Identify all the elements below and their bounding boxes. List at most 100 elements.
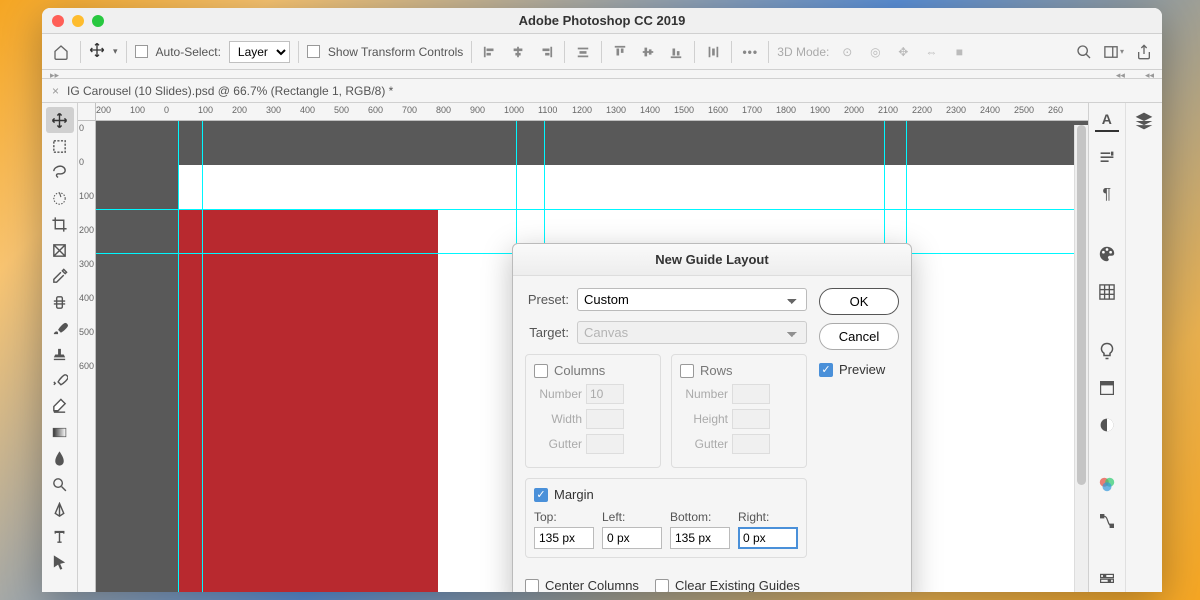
center-columns-label: Center Columns	[545, 578, 639, 592]
ruler-tick: 2500	[1014, 105, 1034, 115]
auto-select-checkbox[interactable]	[135, 45, 148, 58]
crop-tool[interactable]	[46, 211, 74, 237]
vertical-ruler[interactable]: 00100200300400500600	[78, 121, 96, 592]
distribute-v-icon[interactable]	[703, 42, 723, 62]
3d-slide-icon[interactable]: ⇔	[921, 42, 941, 62]
scrollbar-thumb[interactable]	[1077, 125, 1086, 485]
chevron-down-icon[interactable]: ▾	[113, 46, 118, 57]
document-tab-bar: × IG Carousel (10 Slides).psd @ 66.7% (R…	[42, 79, 1162, 103]
preset-select[interactable]: Custom	[577, 288, 807, 311]
margin-top-input[interactable]	[534, 527, 594, 549]
col-number-input	[586, 384, 624, 404]
eyedropper-tool[interactable]	[46, 263, 74, 289]
more-options-icon[interactable]: •••	[740, 42, 760, 62]
margin-checkbox[interactable]: ✓	[534, 488, 548, 502]
search-icon[interactable]	[1074, 42, 1094, 62]
paths-panel-icon[interactable]	[1095, 510, 1119, 533]
margin-left-input[interactable]	[602, 527, 662, 549]
history-brush-tool[interactable]	[46, 367, 74, 393]
rows-label: Rows	[700, 363, 733, 378]
stamp-tool[interactable]	[46, 341, 74, 367]
color-panel-icon[interactable]	[1095, 243, 1119, 266]
document-tab-label[interactable]: IG Carousel (10 Slides).psd @ 66.7% (Rec…	[67, 84, 393, 98]
clear-guides-checkbox[interactable]	[655, 579, 669, 593]
preview-label: Preview	[839, 362, 885, 377]
quick-select-tool[interactable]	[46, 185, 74, 211]
guide-vertical[interactable]	[202, 121, 203, 592]
marquee-tool[interactable]	[46, 133, 74, 159]
align-left-icon[interactable]	[480, 42, 500, 62]
ruler-tick: 2200	[912, 105, 932, 115]
columns-group: Columns Number Width Gutter	[525, 354, 661, 468]
collapse-right-icon[interactable]: ◂◂	[1116, 70, 1125, 78]
align-top-icon[interactable]	[610, 42, 630, 62]
align-center-v-icon[interactable]	[638, 42, 658, 62]
columns-checkbox[interactable]	[534, 364, 548, 378]
align-bottom-icon[interactable]	[666, 42, 686, 62]
guide-horizontal[interactable]	[96, 209, 1088, 210]
ruler-tick: 1900	[810, 105, 830, 115]
home-button[interactable]	[50, 41, 72, 63]
learn-panel-icon[interactable]	[1095, 339, 1119, 362]
swatches-panel-icon[interactable]	[1095, 280, 1119, 303]
character-panel-icon[interactable]: A	[1095, 109, 1119, 132]
layers-panel-icon[interactable]	[1132, 109, 1156, 133]
rows-group: Rows Number Height Gutter	[671, 354, 807, 468]
align-right-icon[interactable]	[536, 42, 556, 62]
share-icon[interactable]	[1134, 42, 1154, 62]
collapse-right-icon-2[interactable]: ◂◂	[1145, 70, 1154, 78]
properties-panel-icon[interactable]	[1095, 569, 1119, 592]
ruler-tick: 100	[130, 105, 145, 115]
type-tool[interactable]	[46, 523, 74, 549]
options-bar: ▾ Auto-Select: Layer Show Transform Cont…	[42, 34, 1162, 70]
margin-right-label: Right:	[738, 510, 798, 524]
margin-right-input[interactable]	[738, 527, 798, 549]
brush-tool[interactable]	[46, 315, 74, 341]
adjustments-panel-icon[interactable]	[1095, 413, 1119, 436]
col-width-input	[586, 409, 624, 429]
glyphs-icon[interactable]: ¶	[1095, 184, 1119, 207]
lasso-tool[interactable]	[46, 159, 74, 185]
horizontal-ruler[interactable]: 2001000100200300400500600700800900100011…	[96, 103, 1088, 121]
col-gutter-input	[586, 434, 624, 454]
workspace-switcher-icon[interactable]: ▾	[1104, 42, 1124, 62]
cancel-button[interactable]: Cancel	[819, 323, 899, 350]
align-center-h-icon[interactable]	[508, 42, 528, 62]
dialog-title: New Guide Layout	[513, 244, 911, 276]
path-select-tool[interactable]	[46, 549, 74, 575]
expand-left-icon[interactable]: ▸▸	[50, 70, 59, 78]
auto-select-target[interactable]: Layer	[229, 41, 290, 63]
rows-checkbox[interactable]	[680, 364, 694, 378]
distribute-h-icon[interactable]	[573, 42, 593, 62]
dodge-tool[interactable]	[46, 471, 74, 497]
ruler-tick: 100	[198, 105, 213, 115]
ruler-tick: 1100	[538, 105, 557, 115]
ruler-tick: 0	[164, 105, 169, 115]
guide-vertical[interactable]	[178, 121, 179, 592]
rectangle-shape[interactable]	[178, 209, 438, 592]
vertical-scrollbar[interactable]	[1074, 125, 1088, 592]
3d-orbit-icon[interactable]: ⊙	[837, 42, 857, 62]
3d-pan-icon[interactable]: ✥	[893, 42, 913, 62]
ruler-tick: 1700	[742, 105, 762, 115]
frame-tool[interactable]	[46, 237, 74, 263]
gradient-tool[interactable]	[46, 419, 74, 445]
blur-tool[interactable]	[46, 445, 74, 471]
close-tab-button[interactable]: ×	[52, 84, 59, 98]
ruler-tick: 300	[266, 105, 281, 115]
paragraph-styles-icon[interactable]	[1095, 146, 1119, 169]
libraries-panel-icon[interactable]	[1095, 376, 1119, 399]
center-columns-checkbox[interactable]	[525, 579, 539, 593]
ok-button[interactable]: OK	[819, 288, 899, 315]
preview-checkbox[interactable]: ✓	[819, 363, 833, 377]
3d-camera-icon[interactable]: ■	[949, 42, 969, 62]
margin-bottom-input[interactable]	[670, 527, 730, 549]
eraser-tool[interactable]	[46, 393, 74, 419]
healing-tool[interactable]	[46, 289, 74, 315]
move-tool[interactable]	[46, 107, 74, 133]
show-transform-checkbox[interactable]	[307, 45, 320, 58]
ruler-tick: 260	[1048, 105, 1063, 115]
pen-tool[interactable]	[46, 497, 74, 523]
3d-roll-icon[interactable]: ◎	[865, 42, 885, 62]
channels-panel-icon[interactable]	[1095, 472, 1119, 495]
